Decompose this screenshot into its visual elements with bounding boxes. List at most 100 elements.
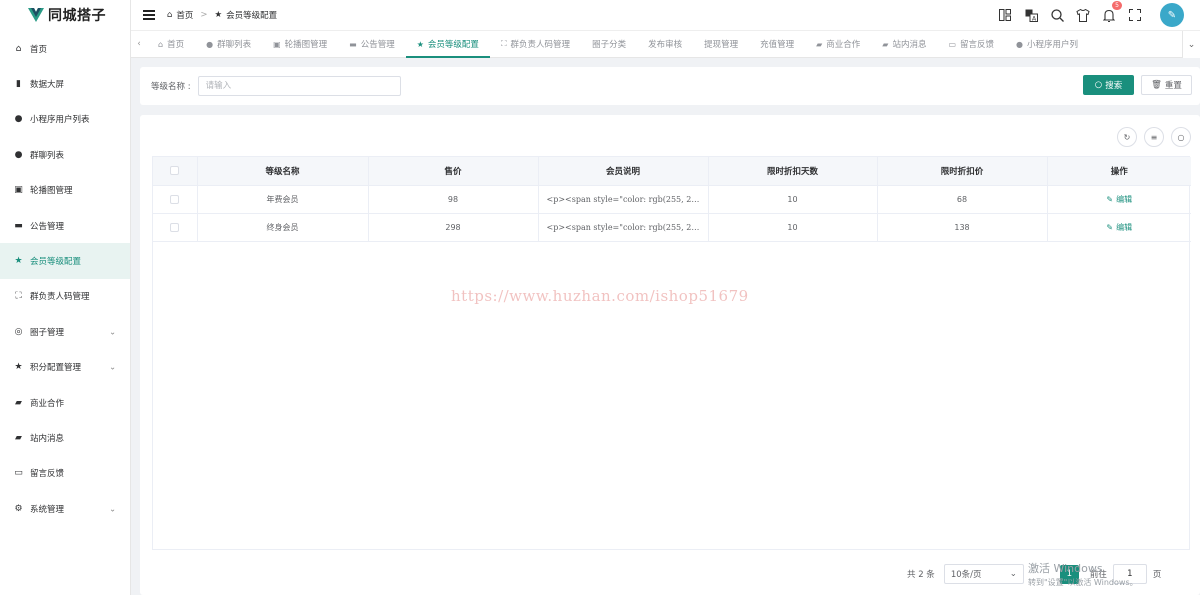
sidebar-item-12[interactable]: ▭ 留言反馈	[0, 456, 130, 491]
page-size-select[interactable]: 10条/页 ⌄	[943, 564, 1024, 584]
bar-chart-icon: ▮	[16, 79, 21, 90]
sidebar-item-9[interactable]: ★ 积分配置管理 ⌄	[0, 350, 130, 385]
user-icon: ●	[206, 39, 214, 49]
sidebar-item-label: 群聊列表	[30, 150, 65, 161]
sidebar-item-6[interactable]: ★ 会员等级配置	[0, 243, 130, 279]
search-panel: 等级名称 : ○ 搜索 🗑 重置	[140, 67, 1200, 105]
layout-icon[interactable]	[998, 8, 1012, 22]
sidebar-item-label: 公告管理	[30, 221, 65, 232]
cell-discount-days: 10	[708, 185, 878, 214]
tab-label: 首页	[167, 40, 185, 50]
tab-2[interactable]: ▣ 轮播图管理	[262, 31, 338, 58]
breadcrumb: ⌂ 首页 > ★ 会员等级配置	[167, 9, 277, 21]
breadcrumb-current: 会员等级配置	[226, 11, 278, 21]
sidebar-item-10[interactable]: ▰ 商业合作	[0, 385, 130, 420]
chevron-down-icon: ⌄	[109, 362, 116, 372]
tab-label: 小程序用户列	[1027, 40, 1079, 50]
tab-label: 轮播图管理	[284, 40, 328, 50]
inbox-icon: ▰	[15, 432, 22, 443]
reset-button[interactable]: 🗑 重置	[1141, 75, 1192, 95]
search-button[interactable]: ○ 搜索	[1083, 75, 1134, 95]
cell-discount-price: 68	[877, 185, 1048, 214]
sidebar-item-label: 站内消息	[30, 433, 65, 444]
sidebar-item-4[interactable]: ▣ 轮播图管理	[0, 173, 130, 208]
column-header-discount-days: 限时折扣天数	[708, 157, 878, 186]
tabs-bar: ‹ ⌂ 首页 ● 群聊列表 ▣ 轮播图管理 ▬ 公告管理 ★ 会员等级配置 ⛶ 群负责人码管理 圈子分类…	[131, 30, 1200, 58]
search-toggle-icon[interactable]: ○	[1171, 127, 1191, 147]
table-header-row: 等级名称 售价 会员说明 限时折扣天数 限时折扣价 操作	[153, 157, 1191, 186]
translate-icon[interactable]: A	[1024, 8, 1038, 22]
top-header: ⌂ 首页 > ★ 会员等级配置 A 5 ✎	[131, 0, 1200, 30]
bell-icon[interactable]: 5	[1102, 1, 1122, 22]
select-all-checkbox[interactable]	[153, 157, 198, 186]
tab-13[interactable]: ● 小程序用户列	[1005, 31, 1089, 58]
level-name-label: 等级名称 :	[151, 82, 191, 92]
cell-actions: ✎ 编辑	[1047, 185, 1191, 214]
tab-6[interactable]: 圈子分类	[581, 31, 637, 58]
tabs-more-icon[interactable]: ⌄	[1182, 31, 1200, 58]
tab-5[interactable]: ⛶ 群负责人码管理	[490, 31, 581, 58]
tab-label: 公告管理	[360, 40, 395, 50]
tab-12[interactable]: ▭ 留言反馈	[937, 31, 1005, 58]
home-icon: ⌂	[15, 43, 22, 54]
theme-shirt-icon[interactable]	[1076, 8, 1090, 22]
cell-price: 98	[368, 185, 539, 214]
edit-label: 编辑	[1116, 194, 1133, 204]
sidebar-item-label: 留言反馈	[30, 469, 65, 480]
sidebar-item-0[interactable]: ⌂ 首页	[0, 31, 130, 66]
sidebar-item-label: 圈子管理	[30, 327, 65, 338]
cell-discount-price: 138	[877, 213, 1048, 242]
row-checkbox[interactable]	[153, 185, 198, 214]
sidebar-item-label: 商业合作	[30, 398, 65, 409]
scan-icon: ⛶	[500, 39, 507, 48]
column-settings-icon[interactable]: ≡	[1144, 127, 1164, 147]
tab-label: 商业合作	[826, 40, 861, 50]
reset-button-label: 重置	[1164, 81, 1182, 91]
header-actions: A 5 ✎	[998, 0, 1200, 30]
edit-button[interactable]: ✎ 编辑	[1106, 222, 1132, 233]
briefcase-icon: ▰	[15, 397, 22, 408]
sidebar-item-label: 积分配置管理	[30, 363, 82, 374]
tab-7[interactable]: 发布审核	[637, 31, 693, 58]
data-table: 等级名称 售价 会员说明 限时折扣天数 限时折扣价 操作 年费会员 98 <p><s…	[152, 156, 1191, 550]
app-logo[interactable]: 同城搭子	[0, 0, 130, 30]
table-panel: ↻ ≡ ○ 等级名称 售价 会员说明 限时折扣天数 限时折扣价 操作 年费会员 9…	[140, 115, 1200, 595]
tab-11[interactable]: ▰ 站内消息	[871, 31, 937, 58]
fullscreen-icon[interactable]	[1128, 8, 1142, 22]
comment-icon: ▭	[948, 39, 957, 49]
tab-8[interactable]: 提现管理	[693, 31, 749, 58]
search-icon[interactable]	[1050, 8, 1064, 22]
tab-1[interactable]: ● 群聊列表	[195, 31, 262, 58]
sidebar-item-label: 轮播图管理	[30, 186, 73, 197]
sidebar-item-7[interactable]: ⛶ 群负责人码管理	[0, 279, 130, 314]
sidebar-item-11[interactable]: ▰ 站内消息	[0, 420, 130, 455]
avatar[interactable]: ✎	[1160, 3, 1184, 27]
cell-actions: ✎ 编辑	[1047, 213, 1191, 242]
breadcrumb-home[interactable]: 首页	[176, 9, 193, 21]
tab-10[interactable]: ▰ 商业合作	[805, 31, 871, 58]
tab-4[interactable]: ★ 会员等级配置	[405, 31, 491, 58]
sidebar-item-5[interactable]: ▬ 公告管理	[0, 208, 130, 243]
tabs-list: ⌂ 首页 ● 群聊列表 ▣ 轮播图管理 ▬ 公告管理 ★ 会员等级配置 ⛶ 群负责人码管理 圈子分类 发布…	[147, 31, 1181, 58]
edit-label: 编辑	[1116, 222, 1133, 232]
tab-label: 留言反馈	[960, 40, 995, 50]
tab-0[interactable]: ⌂ 首页	[147, 31, 195, 58]
tabs-scroll-left-icon[interactable]: ‹	[131, 39, 147, 49]
watermark-text: https://www.huzhan.com/ishop51679	[451, 287, 749, 305]
star-icon: ★	[214, 10, 223, 20]
sidebar-item-1[interactable]: ▮ 数据大屏	[0, 66, 130, 101]
menu-toggle-icon[interactable]	[143, 10, 155, 20]
edit-button[interactable]: ✎ 编辑	[1106, 194, 1132, 205]
sidebar-item-2[interactable]: ● 小程序用户列表	[0, 102, 130, 137]
tab-3[interactable]: ▬ 公告管理	[338, 31, 406, 58]
level-name-input[interactable]	[197, 76, 401, 96]
sidebar-item-13[interactable]: ⚙ 系统管理 ⌄	[0, 491, 130, 526]
sidebar-item-8[interactable]: ◎ 圈子管理 ⌄	[0, 314, 130, 349]
sidebar-item-3[interactable]: ● 群聊列表	[0, 137, 130, 172]
tab-9[interactable]: 充值管理	[749, 31, 805, 58]
refresh-icon[interactable]: ↻	[1117, 127, 1137, 147]
chevron-down-icon: ⌄	[109, 327, 116, 337]
row-checkbox[interactable]	[153, 213, 198, 242]
scan-icon: ⛶	[15, 291, 22, 302]
app-title: 同城搭子	[48, 8, 106, 24]
